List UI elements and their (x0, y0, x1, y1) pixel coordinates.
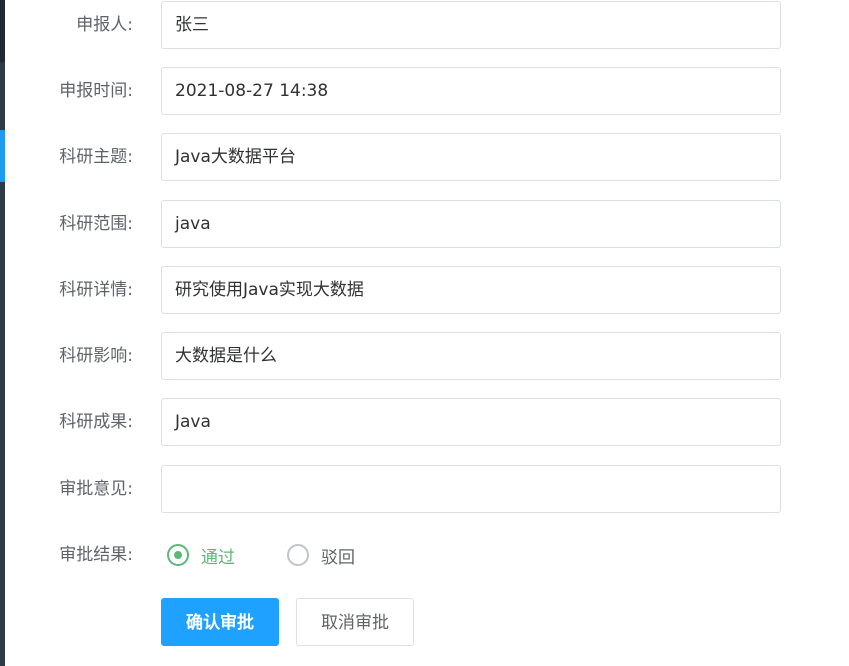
form-row-scope: 科研范围: java (0, 200, 849, 248)
achievement-field[interactable]: Java (161, 398, 781, 446)
form-row-apply-time: 申报时间: 2021-08-27 14:38 (0, 67, 849, 115)
opinion-label: 审批意见: (59, 479, 133, 499)
cancel-approval-button[interactable]: 取消审批 (296, 598, 414, 646)
radio-unchecked-icon (287, 544, 309, 566)
form-row-result: 审批结果: 通过 驳回 (0, 531, 849, 579)
form-row-opinion: 审批意见: (0, 465, 849, 513)
form-row-achievement: 科研成果: Java (0, 398, 849, 446)
topic-label: 科研主题: (59, 147, 133, 167)
result-label: 审批结果: (59, 545, 133, 565)
scope-label: 科研范围: (59, 214, 133, 234)
applicant-label: 申报人: (76, 15, 133, 35)
apply-time-field[interactable]: 2021-08-27 14:38 (161, 67, 781, 115)
impact-field[interactable]: 大数据是什么 (161, 332, 781, 380)
topic-field[interactable]: Java大数据平台 (161, 133, 781, 181)
form-row-impact: 科研影响: 大数据是什么 (0, 332, 849, 380)
impact-label: 科研影响: (59, 346, 133, 366)
form-row-topic: 科研主题: Java大数据平台 (0, 133, 849, 181)
apply-time-label: 申报时间: (59, 81, 133, 101)
details-field[interactable]: 研究使用Java实现大数据 (161, 266, 781, 314)
radio-approve[interactable]: 通过 (167, 543, 235, 568)
scope-field[interactable]: java (161, 200, 781, 248)
form-row-applicant: 申报人: 张三 (0, 1, 849, 49)
opinion-field[interactable] (161, 465, 781, 513)
achievement-label: 科研成果: (59, 412, 133, 432)
radio-reject[interactable]: 驳回 (287, 543, 355, 568)
radio-reject-label: 驳回 (321, 547, 355, 568)
form-row-details: 科研详情: 研究使用Java实现大数据 (0, 266, 849, 314)
applicant-field[interactable]: 张三 (161, 1, 781, 49)
details-label: 科研详情: (59, 280, 133, 300)
radio-checked-icon (167, 544, 189, 566)
confirm-approval-button[interactable]: 确认审批 (161, 598, 279, 646)
radio-approve-label: 通过 (201, 547, 235, 568)
